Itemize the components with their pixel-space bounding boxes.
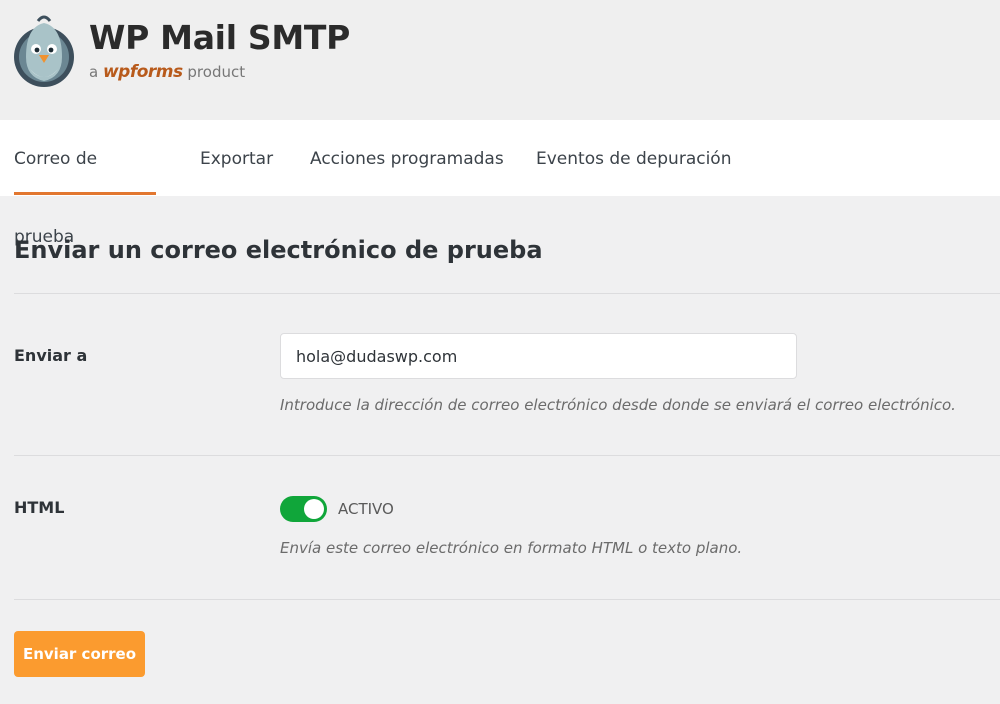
divider [14,455,1000,456]
tab-bar: Correo de prueba Exportar Acciones progr… [0,120,1000,247]
tab-scheduled-actions[interactable]: Acciones programadas [310,120,504,196]
brand-title: WP Mail SMTP [89,18,350,57]
toggle-knob [304,499,324,519]
pigeon-mascot-icon [14,15,74,87]
html-toggle-status: ACTIVO [338,500,394,518]
brand-sub-prefix: a [89,63,103,81]
divider [14,599,1000,600]
html-label: HTML [14,498,65,517]
brand-subtitle: a wpforms product [89,62,245,82]
app-header: WP Mail SMTP a wpforms product [0,0,1000,120]
send-email-button[interactable]: Enviar correo [14,631,145,677]
wpforms-logo-text: wpforms [102,62,183,82]
tab-export[interactable]: Exportar [200,120,273,196]
send-to-label: Enviar a [14,346,88,365]
tab-test-email[interactable]: Correo de prueba [14,120,156,247]
html-description: Envía este correo electrónico en formato… [280,539,743,557]
section-title: Enviar un correo electrónico de prueba [14,236,543,264]
tab-debug-events[interactable]: Eventos de depuración [536,120,731,196]
brand-sub-suffix: product [182,63,246,81]
divider [14,293,1000,294]
html-toggle[interactable] [280,496,327,522]
send-to-description: Introduce la dirección de correo electró… [280,396,956,414]
send-to-email-input[interactable] [280,333,797,379]
